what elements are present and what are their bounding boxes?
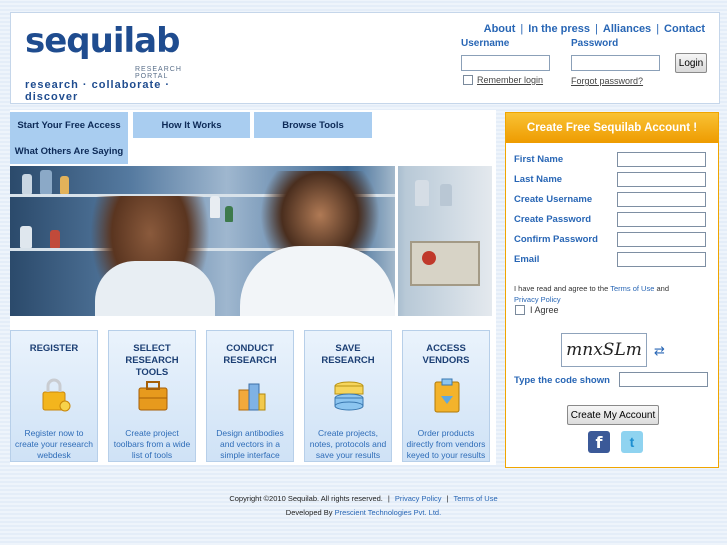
tab-start-free-access[interactable]: Start Your Free Access (10, 112, 128, 138)
logo-subtitle: RESEARCH PORTAL (135, 66, 182, 80)
step-title: SELECT RESEARCH TOOLS (125, 343, 179, 378)
username-label: Username (461, 38, 510, 49)
header: sequilab RESEARCH PORTAL research · coll… (10, 12, 720, 104)
step-description: Order products directly from vendors key… (406, 428, 486, 460)
top-nav: About | In the press | Alliances | Contact (483, 23, 705, 35)
main-content: Start Your Free Access How It Works Brow… (10, 110, 496, 465)
steps-row: REGISTER Register now to create your res… (10, 330, 496, 462)
toolbox-icon (138, 381, 168, 411)
email-label: Email (514, 254, 540, 265)
cubes-icon (238, 383, 266, 411)
login-button[interactable]: Login (675, 53, 707, 73)
lock-key-icon (42, 378, 71, 412)
clipboard-icon (434, 378, 460, 413)
lab-photo (10, 166, 492, 316)
twitter-icon[interactable]: t (621, 431, 643, 453)
footer-copyright: Copyright ©2010 Sequilab. All rights res… (229, 494, 498, 503)
captcha-label: Type the code shown (514, 375, 610, 386)
agree-checkbox-row[interactable]: I Agree (515, 305, 559, 315)
step-conduct-research[interactable]: CONDUCT RESEARCH Design antibodies and v… (206, 330, 294, 462)
step-save-research[interactable]: SAVE RESEARCH Create projects, notes, pr… (304, 330, 392, 462)
signup-title: Create Free Sequilab Account ! (506, 113, 718, 143)
create-username-label: Create Username (514, 194, 593, 205)
username-input[interactable] (461, 55, 550, 71)
database-icon (334, 381, 364, 411)
tab-browse-tools[interactable]: Browse Tools (254, 112, 372, 138)
nav-alliances[interactable]: Alliances (603, 23, 651, 35)
step-description: Create project toolbars from a wide list… (113, 428, 191, 460)
email-input[interactable] (617, 252, 706, 267)
create-password-input[interactable] (617, 212, 706, 227)
footer-terms-link[interactable]: Terms of Use (453, 494, 497, 503)
developer-link[interactable]: Prescient Technologies Pvt. Ltd. (335, 508, 442, 517)
create-password-label: Create Password (514, 214, 592, 225)
forgot-password-link[interactable]: Forgot password? (571, 76, 643, 86)
step-description: Design antibodies and vectors in a simpl… (216, 428, 284, 460)
step-description: Create projects, notes, protocols and sa… (309, 428, 387, 460)
privacy-policy-link[interactable]: Privacy Policy (514, 295, 561, 304)
remember-login[interactable]: Remember login (463, 75, 543, 85)
facebook-icon[interactable]: f (588, 431, 610, 453)
first-name-input[interactable] (617, 152, 706, 167)
confirm-password-label: Confirm Password (514, 234, 598, 245)
create-username-input[interactable] (617, 192, 706, 207)
captcha-input[interactable] (619, 372, 708, 387)
remember-label: Remember login (477, 75, 544, 85)
signup-panel: Create Free Sequilab Account ! First Nam… (505, 112, 719, 468)
page: sequilab RESEARCH PORTAL research · coll… (0, 0, 727, 545)
captcha-image: mnxSLm (561, 333, 647, 367)
agree-checkbox[interactable] (515, 305, 525, 315)
logo[interactable]: sequilab RESEARCH PORTAL research · coll… (25, 21, 200, 103)
terms-of-use-link[interactable]: Terms of Use (610, 284, 654, 293)
nav-contact[interactable]: Contact (664, 23, 705, 35)
last-name-input[interactable] (617, 172, 706, 187)
step-select-research-tools[interactable]: SELECT RESEARCH TOOLS Create project too… (108, 330, 196, 462)
logo-wordmark: sequilab (25, 21, 180, 61)
last-name-label: Last Name (514, 174, 563, 185)
password-input[interactable] (571, 55, 660, 71)
step-description: Register now to create your research web… (15, 428, 93, 460)
confirm-password-input[interactable] (617, 232, 706, 247)
step-access-vendors[interactable]: ACCESS VENDORS Order products directly f… (402, 330, 490, 462)
step-title: SAVE RESEARCH (321, 343, 375, 366)
footer-privacy-link[interactable]: Privacy Policy (395, 494, 442, 503)
tab-what-others-saying[interactable]: What Others Are Saying (10, 138, 128, 164)
agree-label: I Agree (530, 305, 559, 315)
step-title: REGISTER (29, 343, 79, 354)
step-title: ACCESS VENDORS (422, 343, 470, 366)
step-title: CONDUCT RESEARCH (223, 343, 277, 366)
nav-in-the-press[interactable]: In the press (528, 23, 590, 35)
remember-checkbox[interactable] (463, 75, 473, 85)
tab-how-it-works[interactable]: How It Works (133, 112, 250, 138)
agreement-text: I have read and agree to the Terms of Us… (514, 284, 669, 304)
password-label: Password (571, 38, 619, 49)
refresh-icon[interactable]: ⇄ (654, 343, 665, 359)
nav-about[interactable]: About (484, 23, 516, 35)
step-register[interactable]: REGISTER Register now to create your res… (10, 330, 98, 462)
footer-developer: Developed By Prescient Technologies Pvt.… (285, 508, 442, 517)
first-name-label: First Name (514, 154, 564, 165)
logo-tagline: research · collaborate · discover (25, 79, 171, 103)
create-account-button[interactable]: Create My Account (567, 405, 659, 425)
